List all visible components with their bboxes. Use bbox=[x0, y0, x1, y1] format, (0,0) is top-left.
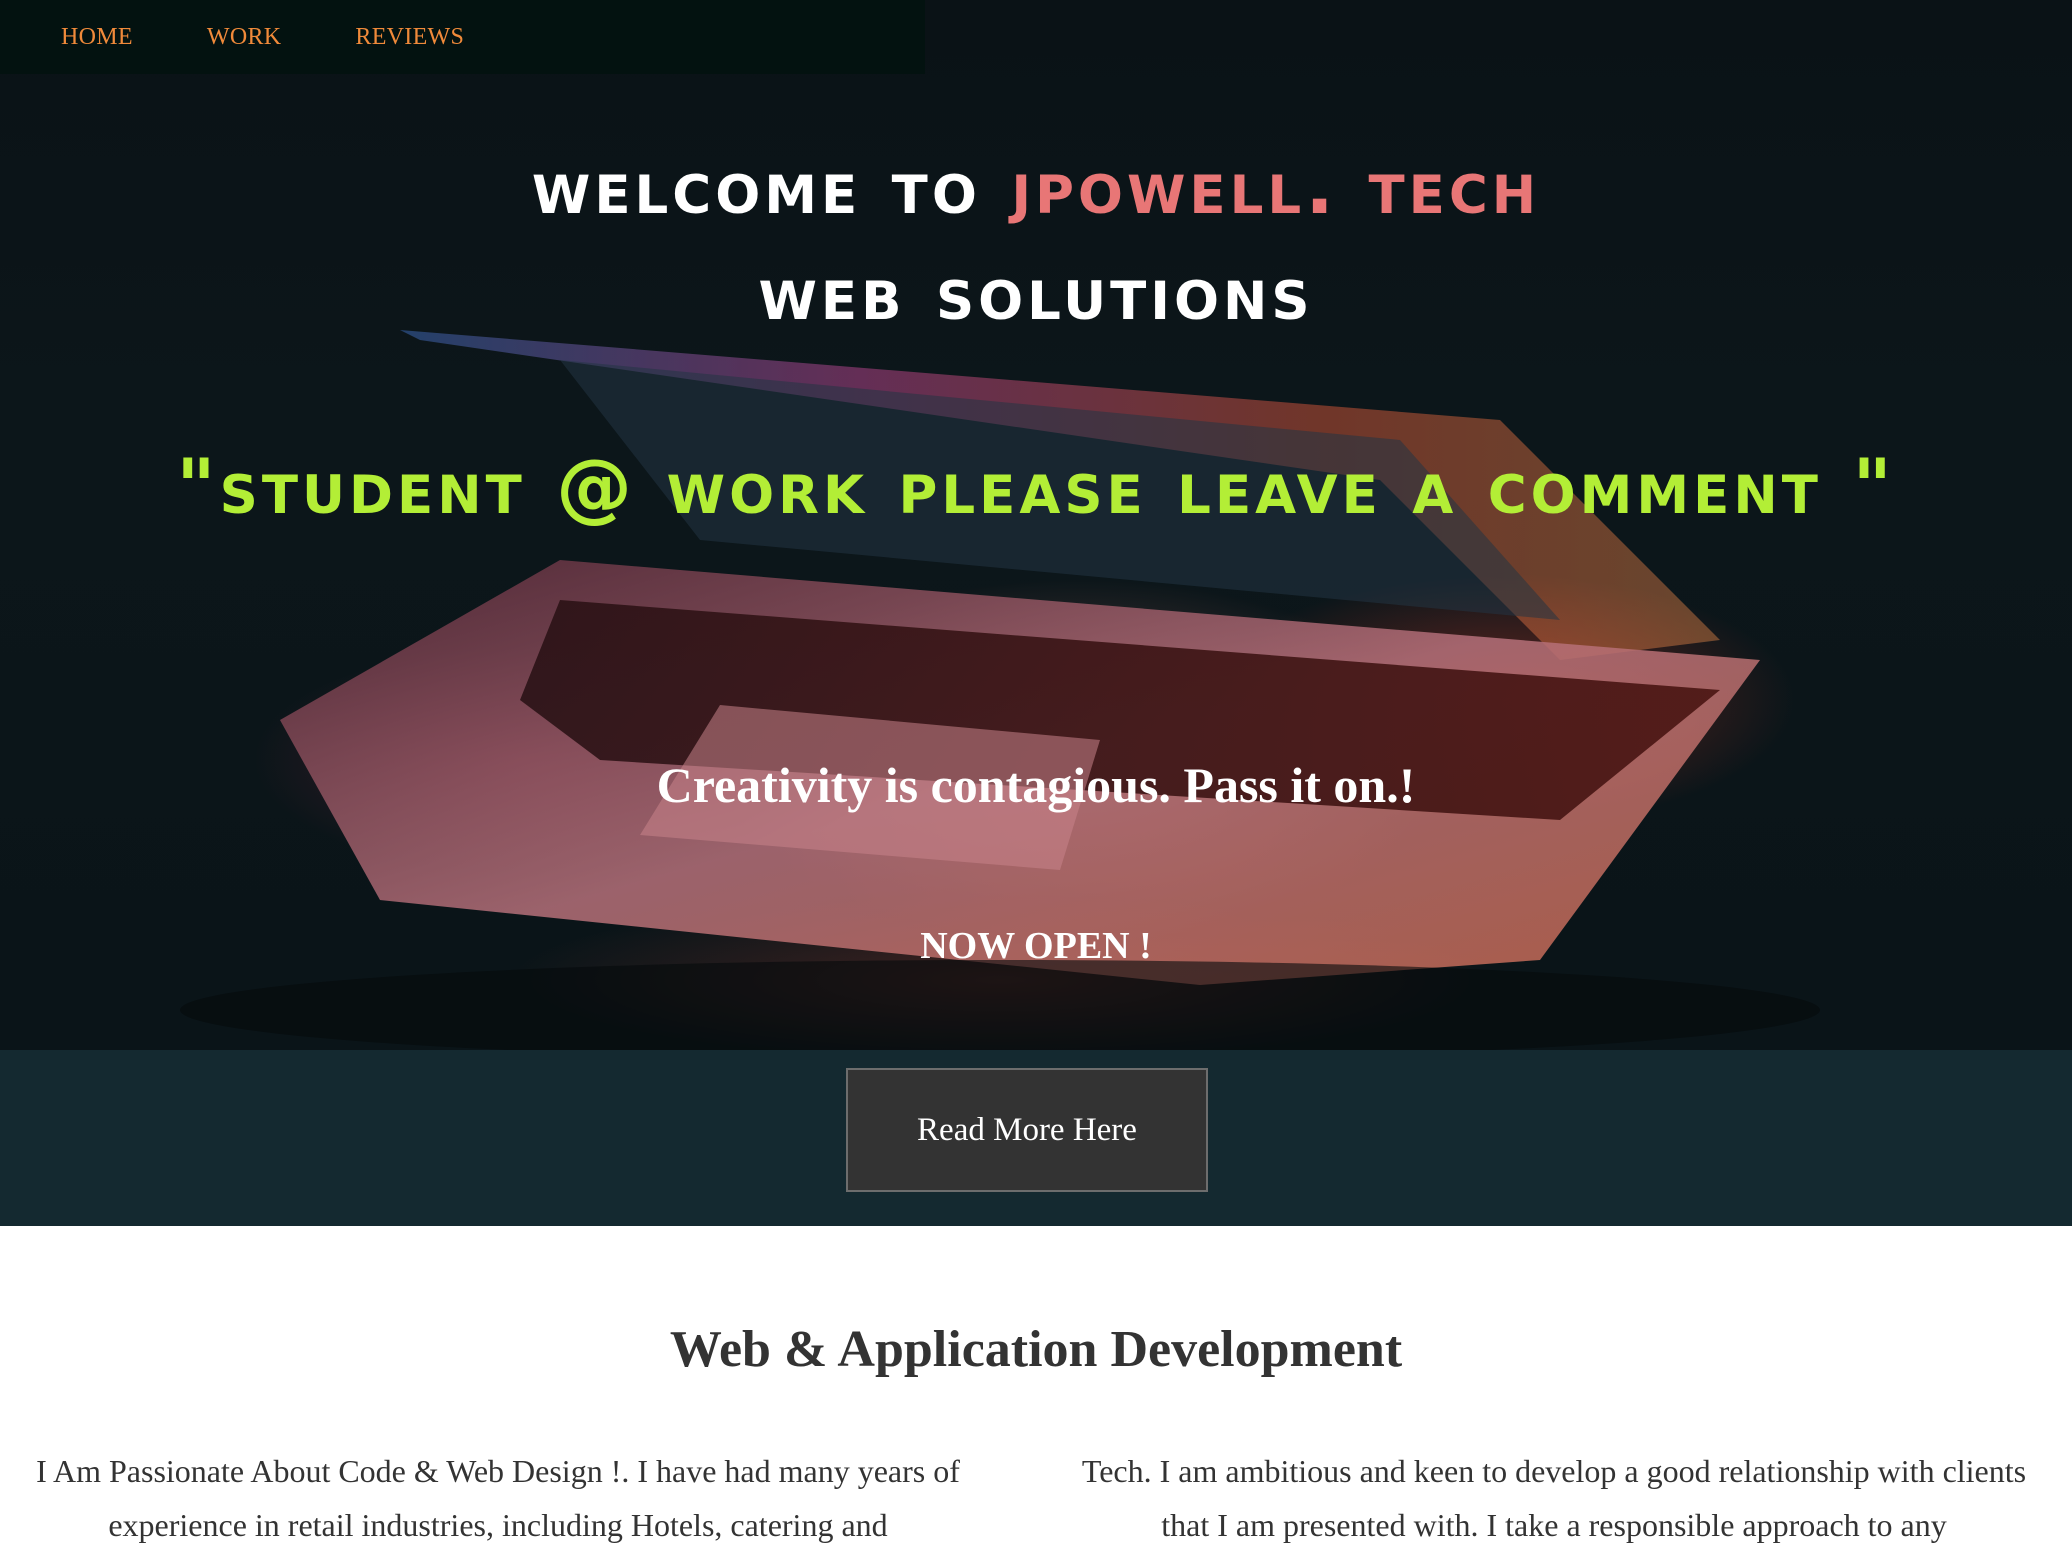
intro-paragraph-left: I Am Passionate About Code & Web Design … bbox=[36, 1453, 960, 1543]
hero-title-prefix: Welcome To bbox=[531, 142, 1012, 231]
nav-reviews-link[interactable]: REVIEWS bbox=[355, 24, 464, 51]
hero-motto: Creativity is contagious. Pass it on.! bbox=[656, 757, 1416, 813]
hero-section: HOME WORK REVIEWS Welcome To JPowell. Te… bbox=[0, 0, 2072, 1050]
hero-subtitle: Web Solutions bbox=[758, 248, 1314, 337]
read-more-button[interactable]: Read More Here bbox=[846, 1068, 1208, 1192]
section-title: Web & Application Development bbox=[669, 1321, 1403, 1378]
nav-work-link[interactable]: WORK bbox=[207, 24, 282, 51]
status-open: NOW OPEN ! bbox=[920, 925, 1152, 967]
nav-home-link[interactable]: HOME bbox=[61, 24, 133, 51]
hero-quote: "Student @ Work Please Leave a Comment " bbox=[176, 442, 1896, 531]
hero-title-brand: JPowell. Tech bbox=[1011, 142, 1541, 231]
intro-paragraph-right: Tech. I am ambitious and keen to develop… bbox=[1081, 1453, 2027, 1543]
cta-band: Read More Here bbox=[0, 1050, 2072, 1226]
hero-title: Welcome To JPowell. Tech bbox=[0, 142, 2072, 231]
top-nav: HOME WORK REVIEWS bbox=[0, 0, 925, 74]
hero-content: Welcome To JPowell. Tech Web Solutions "… bbox=[0, 0, 2072, 1050]
